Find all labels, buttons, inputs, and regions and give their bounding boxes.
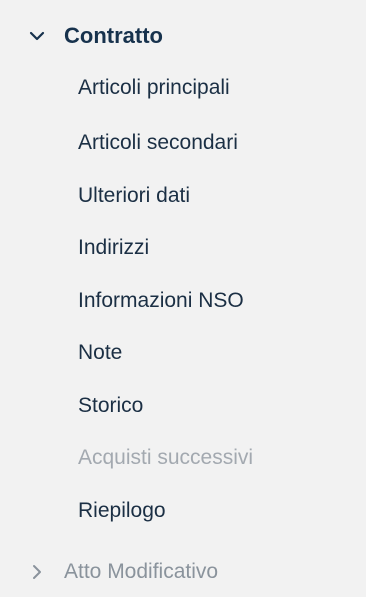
section-label: Contratto bbox=[64, 23, 163, 48]
menu-item-label: Articoli secondari bbox=[78, 131, 238, 154]
menu-item-riepilogo[interactable]: Riepilogo bbox=[78, 491, 166, 531]
menu-item-articoli-principali[interactable]: Articoli principali bbox=[78, 68, 230, 108]
chevron-down-icon bbox=[26, 25, 48, 47]
menu-item-label: Indirizzi bbox=[78, 236, 150, 259]
menu-item-articoli-secondari[interactable]: Articoli secondari bbox=[78, 123, 238, 163]
menu-item-label: Riepilogo bbox=[78, 499, 166, 522]
sidebar-menu: Contratto Articoli principali Articoli s… bbox=[0, 0, 366, 597]
menu-item-informazioni-nso[interactable]: Informazioni NSO bbox=[78, 281, 244, 321]
menu-item-label: Storico bbox=[78, 394, 144, 417]
section-atto-modificativo[interactable]: Atto Modificativo bbox=[26, 552, 218, 592]
menu-item-label: Note bbox=[78, 341, 123, 364]
section-contratto[interactable]: Contratto bbox=[26, 16, 163, 56]
menu-item-ulteriori-dati[interactable]: Ulteriori dati bbox=[78, 176, 190, 216]
menu-item-indirizzi[interactable]: Indirizzi bbox=[78, 228, 149, 268]
menu-item-label: Acquisti successivi bbox=[78, 446, 254, 469]
section-label: Atto Modificativo bbox=[64, 560, 219, 583]
menu-item-note[interactable]: Note bbox=[78, 333, 122, 373]
menu-item-label: Articoli principali bbox=[78, 76, 230, 99]
chevron-right-icon bbox=[26, 561, 48, 583]
menu-item-label: Informazioni NSO bbox=[78, 289, 244, 312]
menu-item-label: Ulteriori dati bbox=[78, 184, 191, 207]
menu-item-storico[interactable]: Storico bbox=[78, 386, 143, 426]
menu-item-acquisti-successivi: Acquisti successivi bbox=[78, 438, 253, 478]
